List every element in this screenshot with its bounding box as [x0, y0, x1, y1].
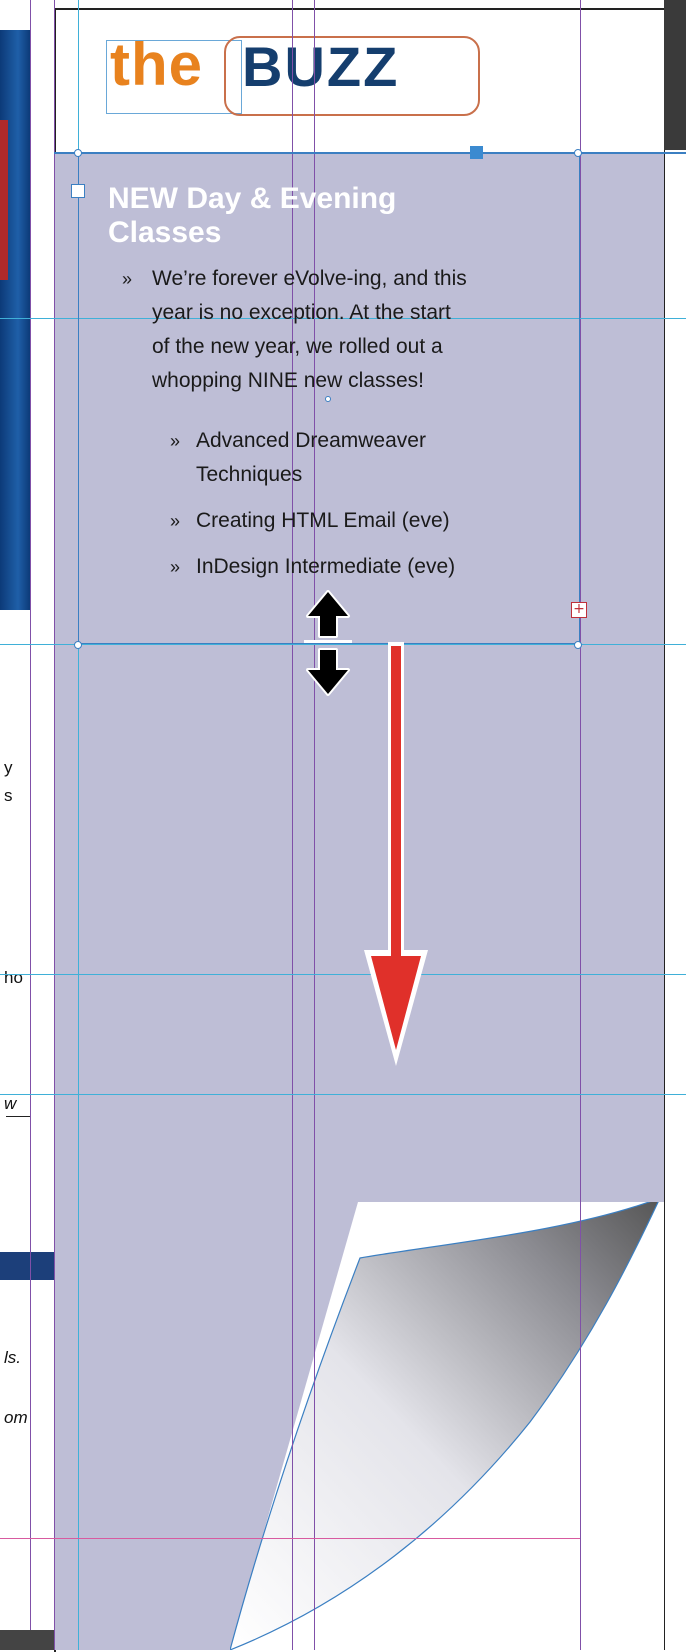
adjacent-rule — [6, 1116, 30, 1117]
page-edge — [664, 150, 665, 1650]
overset-text-icon[interactable]: + — [571, 602, 587, 618]
down-arrow-icon — [364, 642, 428, 1066]
adjacent-text-fragment: y — [4, 758, 13, 777]
frame-corner-point[interactable] — [574, 641, 582, 649]
frame-corner-point[interactable] — [74, 641, 82, 649]
bullet-glyph: » — [170, 431, 181, 451]
intro-line: We’re forever eVolve-ing, and this — [152, 267, 467, 290]
intro-line: whopping NINE new classes! — [152, 369, 424, 392]
adjacent-text-fragment: ho — [4, 968, 23, 987]
frame-top-handle[interactable] — [470, 146, 483, 159]
adjacent-text-fragment: om — [4, 1408, 28, 1427]
logo-the-text: the — [110, 31, 203, 98]
adjacent-guide — [30, 0, 31, 1650]
sub-item: InDesign Intermediate (eve) — [196, 555, 456, 578]
bullet-glyph: » — [170, 557, 181, 577]
margin-guide — [580, 0, 581, 1650]
intro-line: of the new year, we rolled out a — [152, 335, 443, 358]
bottom-margin-guide — [0, 1538, 580, 1539]
logo-buzz-text: BUZZ — [242, 35, 400, 98]
bullet-glyph: » — [122, 269, 133, 289]
adjacent-text-fragment: w — [4, 1094, 17, 1113]
frame-corner-point[interactable] — [574, 149, 582, 157]
sub-item: Advanced Dreamweaver — [196, 429, 426, 452]
article-heading-line: NEW Day & Evening — [108, 182, 397, 215]
margin-guide — [54, 0, 55, 1650]
frame-in-port[interactable] — [71, 184, 85, 198]
adjacent-page-blue-panel — [0, 30, 30, 610]
horizontal-guide — [0, 974, 686, 975]
page-curl-icon — [230, 1202, 686, 1650]
sub-item: Creating HTML Email (eve) — [196, 509, 450, 532]
adjacent-text-fragment: s — [4, 786, 13, 805]
frame-corner-point[interactable] — [74, 149, 82, 157]
vertical-resize-cursor-icon — [304, 590, 352, 696]
pasteboard-edge — [664, 0, 686, 150]
sub-item: Techniques — [196, 463, 303, 486]
pasteboard-edge — [0, 1630, 54, 1650]
adjacent-page-red-accent — [0, 120, 8, 280]
article-heading: NEW Day & Evening Classes — [108, 182, 528, 250]
horizontal-guide — [0, 1094, 686, 1095]
article-heading-line: Classes — [108, 216, 222, 249]
intro-line: year is no exception. At the start — [152, 301, 451, 324]
adjacent-text-fragment: ls. — [4, 1348, 21, 1367]
adjacent-page-navy-band — [0, 1252, 54, 1280]
bullet-glyph: » — [170, 511, 181, 531]
